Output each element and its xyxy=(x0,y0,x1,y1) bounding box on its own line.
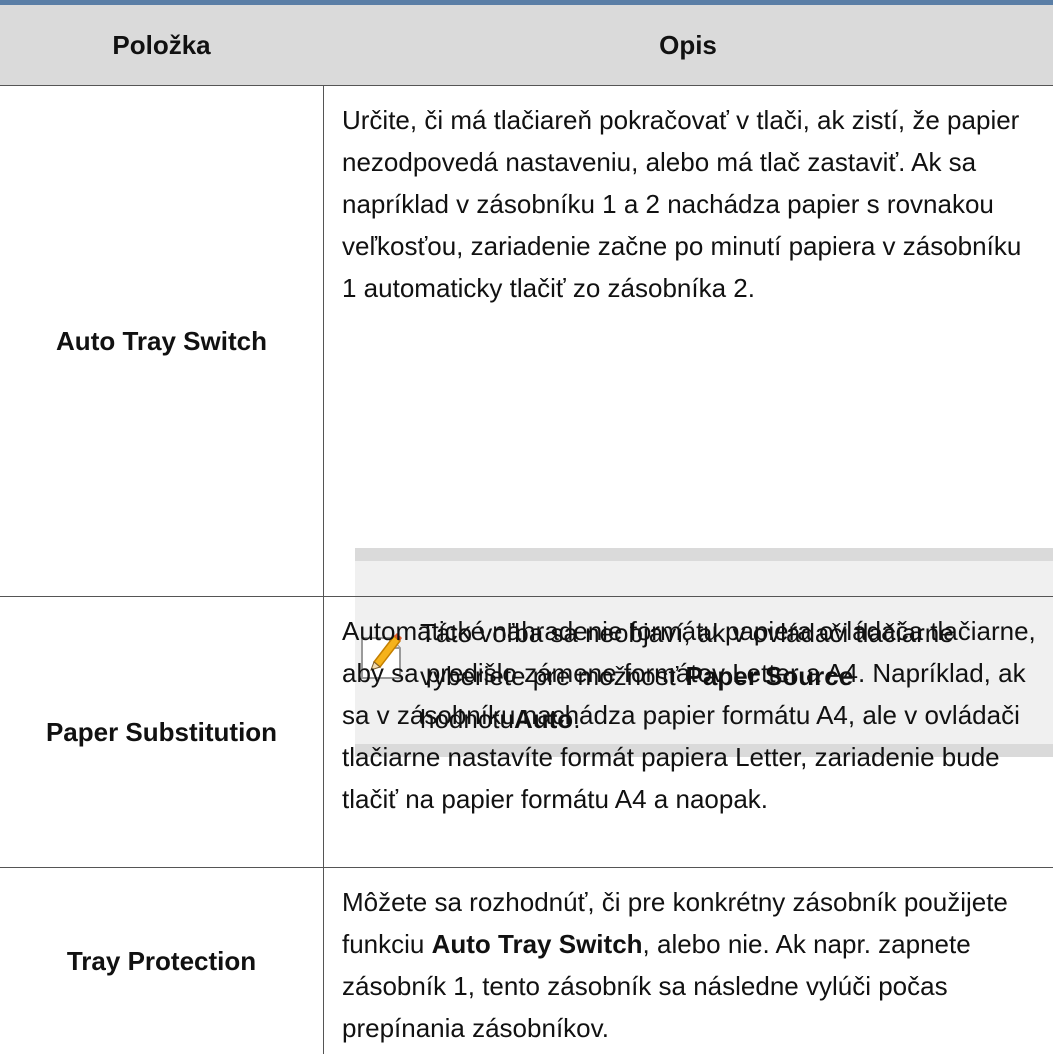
row-item-auto-tray-switch: Auto Tray Switch xyxy=(56,325,267,356)
header-description: Opis xyxy=(659,29,717,60)
row-description-paper-substitution: Automatické nahradenie formátu papiera o… xyxy=(342,616,1036,814)
document-page: Položka Opis Auto Tray Switch Určite, či… xyxy=(0,0,1053,1054)
row-item-tray-protection: Tray Protection xyxy=(66,945,257,976)
table-header: Položka Opis xyxy=(0,5,1053,86)
row-description-auto-tray-switch: Určite, či má tlačiareň pokračovať v tla… xyxy=(342,105,1022,303)
column-divider xyxy=(323,85,324,1054)
header-item: Položka xyxy=(112,29,211,60)
bold-auto-tray-switch: Auto Tray Switch xyxy=(431,929,643,959)
row-description-tray-protection: Môžete sa rozhodnúť, či pre konkrétny zá… xyxy=(342,887,1008,1043)
row-item-paper-substitution: Paper Substitution xyxy=(45,716,278,747)
